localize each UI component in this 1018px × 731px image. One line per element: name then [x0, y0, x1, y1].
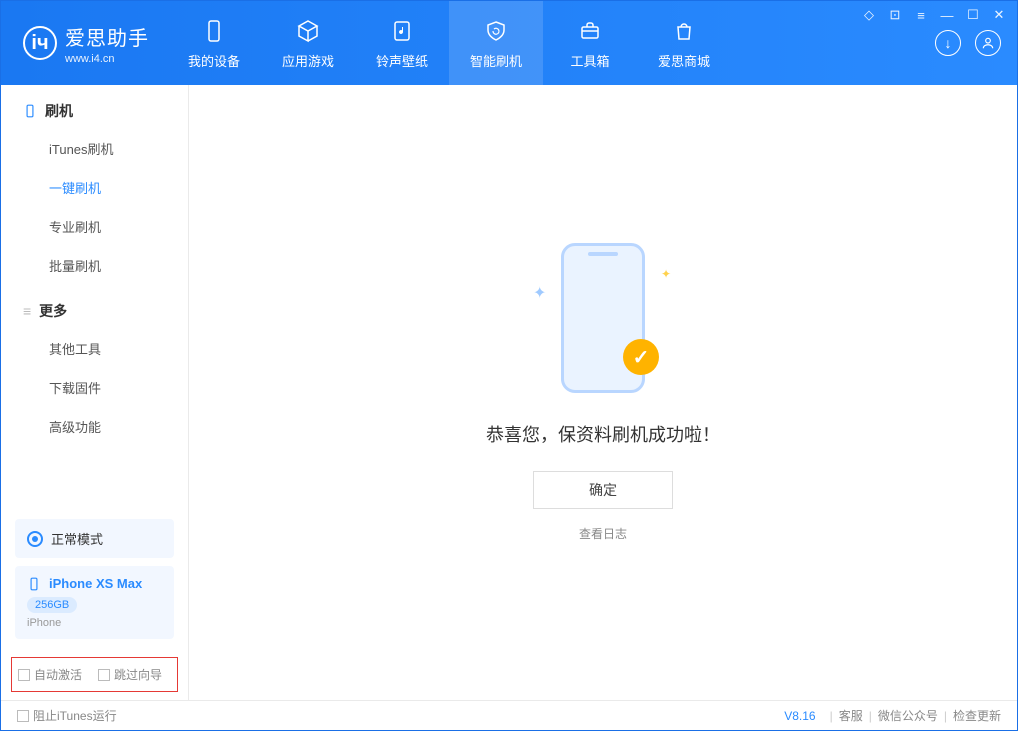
tab-label: 应用游戏 [282, 51, 334, 70]
check-skip-guide[interactable]: 跳过向导 [98, 666, 162, 683]
sidebar-item-oneclick-flash[interactable]: 一键刷机 [1, 168, 188, 207]
app-title: 爱思助手 [65, 22, 149, 51]
sidebar-item-advanced[interactable]: 高级功能 [1, 407, 188, 446]
close-button[interactable]: ✕ [991, 7, 1007, 23]
skin-icon[interactable]: ◇ [861, 7, 877, 23]
lock-icon[interactable]: ⊡ [887, 7, 903, 23]
main-content: ✦ ✦ ✓ 恭喜您，保资料刷机成功啦！ 确定 查看日志 [189, 85, 1017, 700]
sidebar: 刷机 iTunes刷机 一键刷机 专业刷机 批量刷机 ≡ 更多 其他工具 下载固… [1, 85, 189, 700]
window-controls: ◇ ⊡ ≡ ― ☐ ✕ [861, 7, 1007, 23]
toolbox-icon [576, 17, 604, 45]
bottom-checks: 自动激活 跳过向导 [11, 657, 178, 692]
ok-button[interactable]: 确定 [533, 471, 673, 509]
mode-icon [27, 531, 43, 547]
sidebar-group-more: ≡ 更多 [1, 285, 188, 329]
minimize-button[interactable]: ― [939, 7, 955, 23]
phone-icon [200, 17, 228, 45]
footer-link-wechat[interactable]: 微信公众号 [878, 707, 938, 724]
tab-toolbox[interactable]: 工具箱 [543, 1, 637, 85]
device-block[interactable]: iPhone XS Max 256GB iPhone [15, 566, 174, 639]
cube-icon [294, 17, 322, 45]
list-icon: ≡ [23, 303, 31, 319]
tab-label: 智能刷机 [470, 51, 522, 70]
user-icon[interactable] [975, 30, 1001, 56]
tab-flash[interactable]: 智能刷机 [449, 1, 543, 85]
footer-link-update[interactable]: 检查更新 [953, 707, 1001, 724]
header-bar: ◇ ⊡ ≡ ― ☐ ✕ iч 爱思助手 www.i4.cn 我的设备 应用游戏 [1, 1, 1017, 85]
check-badge-icon: ✓ [623, 339, 659, 375]
maximize-button[interactable]: ☐ [965, 7, 981, 23]
footer-bar: 阻止iTunes运行 V8.16 | 客服 | 微信公众号 | 检查更新 [1, 700, 1017, 730]
tab-apps[interactable]: 应用游戏 [261, 1, 355, 85]
header-right: ↓ [935, 30, 1017, 56]
sidebar-item-pro-flash[interactable]: 专业刷机 [1, 207, 188, 246]
sparkle-icon: ✦ [533, 283, 546, 303]
sparkle-icon: ✦ [661, 267, 671, 281]
app-site: www.i4.cn [65, 53, 149, 65]
sidebar-group-flash: 刷机 [1, 85, 188, 129]
check-auto-activate[interactable]: 自动激活 [18, 666, 82, 683]
view-log-link[interactable]: 查看日志 [579, 525, 627, 542]
version-label: V8.16 [784, 709, 815, 723]
device-icon [27, 577, 41, 591]
success-illustration: ✦ ✦ ✓ [543, 243, 663, 403]
mode-label: 正常模式 [51, 529, 103, 548]
refresh-shield-icon [482, 17, 510, 45]
device-type: iPhone [27, 617, 162, 629]
nav-tabs: 我的设备 应用游戏 铃声壁纸 智能刷机 工具箱 爱思商城 [167, 1, 731, 85]
sidebar-item-download-fw[interactable]: 下载固件 [1, 368, 188, 407]
download-icon[interactable]: ↓ [935, 30, 961, 56]
tab-label: 工具箱 [570, 51, 609, 70]
tab-label: 我的设备 [188, 51, 240, 70]
sidebar-item-batch-flash[interactable]: 批量刷机 [1, 246, 188, 285]
tab-ringtones[interactable]: 铃声壁纸 [355, 1, 449, 85]
tab-store[interactable]: 爱思商城 [637, 1, 731, 85]
device-name: iPhone XS Max [49, 576, 142, 591]
tab-label: 爱思商城 [658, 51, 710, 70]
bag-icon [670, 17, 698, 45]
menu-icon[interactable]: ≡ [913, 7, 929, 23]
sidebar-item-other-tools[interactable]: 其他工具 [1, 329, 188, 368]
logo-icon: iч [23, 26, 57, 60]
tab-my-device[interactable]: 我的设备 [167, 1, 261, 85]
check-block-itunes[interactable]: 阻止iTunes运行 [17, 707, 117, 724]
footer-link-support[interactable]: 客服 [839, 707, 863, 724]
logo-block: iч 爱思助手 www.i4.cn [1, 22, 167, 65]
music-icon [388, 17, 416, 45]
device-capacity: 256GB [27, 597, 77, 613]
success-message: 恭喜您，保资料刷机成功啦！ [486, 421, 720, 447]
sidebar-item-itunes-flash[interactable]: iTunes刷机 [1, 129, 188, 168]
tab-label: 铃声壁纸 [376, 51, 428, 70]
app-window: ◇ ⊡ ≡ ― ☐ ✕ iч 爱思助手 www.i4.cn 我的设备 应用游戏 [0, 0, 1018, 731]
mode-block[interactable]: 正常模式 [15, 519, 174, 558]
body-area: 刷机 iTunes刷机 一键刷机 专业刷机 批量刷机 ≡ 更多 其他工具 下载固… [1, 85, 1017, 700]
device-small-icon [23, 104, 37, 118]
